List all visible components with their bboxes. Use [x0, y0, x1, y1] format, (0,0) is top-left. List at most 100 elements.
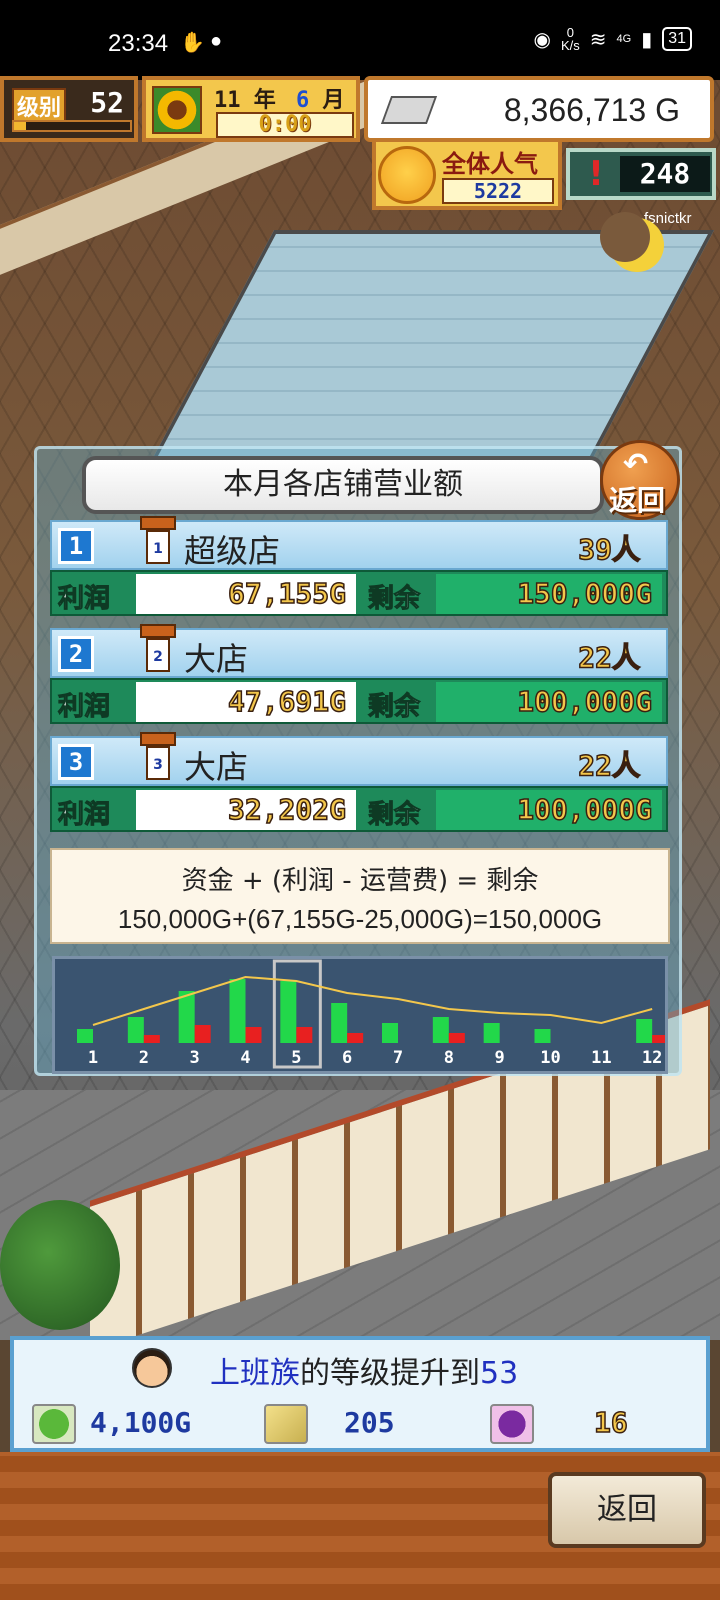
cost-bar	[245, 1027, 262, 1043]
reward-value: 205	[344, 1406, 395, 1439]
panel-back-label: 返回	[609, 484, 666, 517]
rank-badge: 2	[58, 636, 94, 672]
shop-icon: 3	[140, 732, 176, 782]
month-value: 6	[296, 88, 310, 113]
net-speed-unit: K/s	[560, 38, 580, 53]
year: 11 年	[214, 82, 276, 114]
shop-icon: 2	[140, 624, 176, 674]
month-tick-label: 6	[342, 1048, 352, 1068]
revenue-bar	[127, 1017, 144, 1043]
level-value: 52	[90, 86, 124, 119]
shop-header: 1 1 超级店 39人	[50, 516, 668, 570]
clock: 0:00	[216, 112, 354, 138]
shop-row[interactable]: 2 2 大店 22人 利润 47,691G 剩余 100,000G	[50, 624, 668, 728]
office-worker-icon	[132, 1348, 172, 1388]
month-tick-label: 5	[291, 1048, 301, 1068]
shop-header: 3 3 大店 22人	[50, 732, 668, 786]
reward-value: 16	[593, 1405, 628, 1440]
customer-count: 22人	[578, 640, 641, 675]
customer-type: 上班族	[210, 1356, 300, 1391]
revenue-bar	[280, 981, 297, 1043]
smiley-icon	[378, 146, 436, 204]
month-tick-label: 1	[88, 1048, 98, 1068]
spoon-icon	[264, 1404, 308, 1444]
popularity-label: 全体人气	[442, 150, 538, 178]
popularity-value: 5222	[442, 178, 554, 204]
level-box[interactable]: 级别 52	[0, 76, 138, 142]
level-up-message: 上班族的等级提升到53	[210, 1348, 518, 1392]
profit-label: 利润	[57, 584, 111, 615]
back-button[interactable]: 返回	[548, 1472, 706, 1548]
revenue-bar	[534, 1029, 551, 1043]
rank-badge: 1	[58, 528, 94, 564]
month-tick-label: 4	[240, 1048, 250, 1068]
shop-stats: 利润 32,202G 剩余 100,000G	[50, 786, 668, 832]
remain-value: 100,000G	[436, 790, 662, 830]
eye-icon: ◉	[533, 28, 551, 51]
monthly-chart[interactable]: 1 2 3 4 5 6 7 8 9 10 11 12	[52, 956, 668, 1074]
wifi-icon: ≋	[589, 28, 607, 51]
date-box[interactable]: 11 年 6 月 0:00	[142, 76, 360, 142]
money-amount: 8,366,713 G	[503, 92, 680, 128]
level-up-text: 的等级提升到	[300, 1356, 480, 1391]
sunflower-icon	[152, 86, 202, 134]
month-unit: 月	[322, 88, 345, 113]
remain-label: 剩余	[367, 584, 421, 615]
revenue-bar	[382, 1023, 398, 1043]
month-tick-label: 9	[495, 1048, 505, 1068]
month-tick-label: 11	[591, 1048, 611, 1068]
formula-line1: 资金 + (利润 - 运营费) = 剩余	[181, 866, 539, 896]
shop-name: 大店	[184, 748, 249, 786]
revenue-bar	[331, 1003, 348, 1043]
remain-label: 剩余	[367, 800, 421, 831]
moon-icon	[600, 212, 670, 278]
formula-line2: 150,000G+(67,155G-25,000G)=150,000G	[117, 904, 603, 934]
profit-label: 利润	[57, 692, 111, 723]
remain-value: 150,000G	[436, 574, 662, 614]
cost-bar	[194, 1025, 211, 1043]
reward-item: 4,100G	[32, 1404, 232, 1444]
money-icon	[380, 96, 438, 124]
shop-icon-number: 1	[146, 530, 170, 564]
panel-title: 本月各店铺营业额	[82, 456, 604, 514]
month-tick-label: 10	[540, 1048, 560, 1068]
shop-stats: 利润 67,155G 剩余 150,000G	[50, 570, 668, 616]
year-unit: 年	[253, 88, 276, 113]
alert-box[interactable]: ! 248	[566, 148, 716, 200]
battery-icon: 31	[662, 27, 692, 51]
reward-value: 4,100G	[90, 1406, 192, 1439]
trend-line	[92, 975, 653, 1026]
month-tick-label: 7	[393, 1048, 403, 1068]
net-speed: 0 K/s	[561, 26, 580, 52]
shop-icon: 1	[140, 516, 176, 566]
revenue-bar	[77, 1029, 93, 1043]
cost-bar	[448, 1033, 465, 1043]
shop-row[interactable]: 3 3 大店 22人 利润 32,202G 剩余 100,000G	[50, 732, 668, 836]
shop-header: 2 2 大店 22人	[50, 624, 668, 678]
shop-name: 超级店	[184, 532, 281, 570]
cost-bar	[143, 1035, 160, 1043]
rank-badge: 3	[58, 744, 94, 780]
shop-row[interactable]: 1 1 超级店 39人 利润 67,155G 剩余 150,000G	[50, 516, 668, 620]
month-tick-label: 12	[642, 1048, 662, 1068]
shop-stats: 利润 47,691G 剩余 100,000G	[50, 678, 668, 724]
customer-count: 39人	[578, 532, 641, 567]
formula-box: 资金 + (利润 - 运营费) = 剩余 150,000G+(67,155G-2…	[50, 848, 670, 944]
gesture-icon: ✋	[180, 32, 205, 54]
reward-item: 205	[264, 1404, 434, 1444]
popularity-box[interactable]: 全体人气 5222	[372, 138, 562, 210]
level-progress-fill	[14, 122, 26, 130]
revenue-bar	[483, 1023, 500, 1043]
revenue-bar	[432, 1017, 449, 1043]
level-up-notification: 上班族的等级提升到53 4,100G 205 16	[10, 1336, 710, 1452]
status-bar: 23:34 ✋ ● ◉ 0 K/s ≋ 4G ▮ 31	[0, 0, 720, 80]
panel-back-button[interactable]: ↶ 返回	[600, 440, 680, 520]
month-tick-label: 2	[139, 1048, 149, 1068]
shop-name: 大店	[184, 640, 249, 678]
month: 6 月	[296, 82, 345, 114]
status-right: ◉ 0 K/s ≋ 4G ▮ 31	[533, 26, 692, 52]
revenue-bar	[229, 979, 246, 1043]
cost-bar	[347, 1033, 364, 1043]
status-time: 23:34	[108, 30, 169, 57]
exclamation-icon: !	[588, 154, 604, 194]
